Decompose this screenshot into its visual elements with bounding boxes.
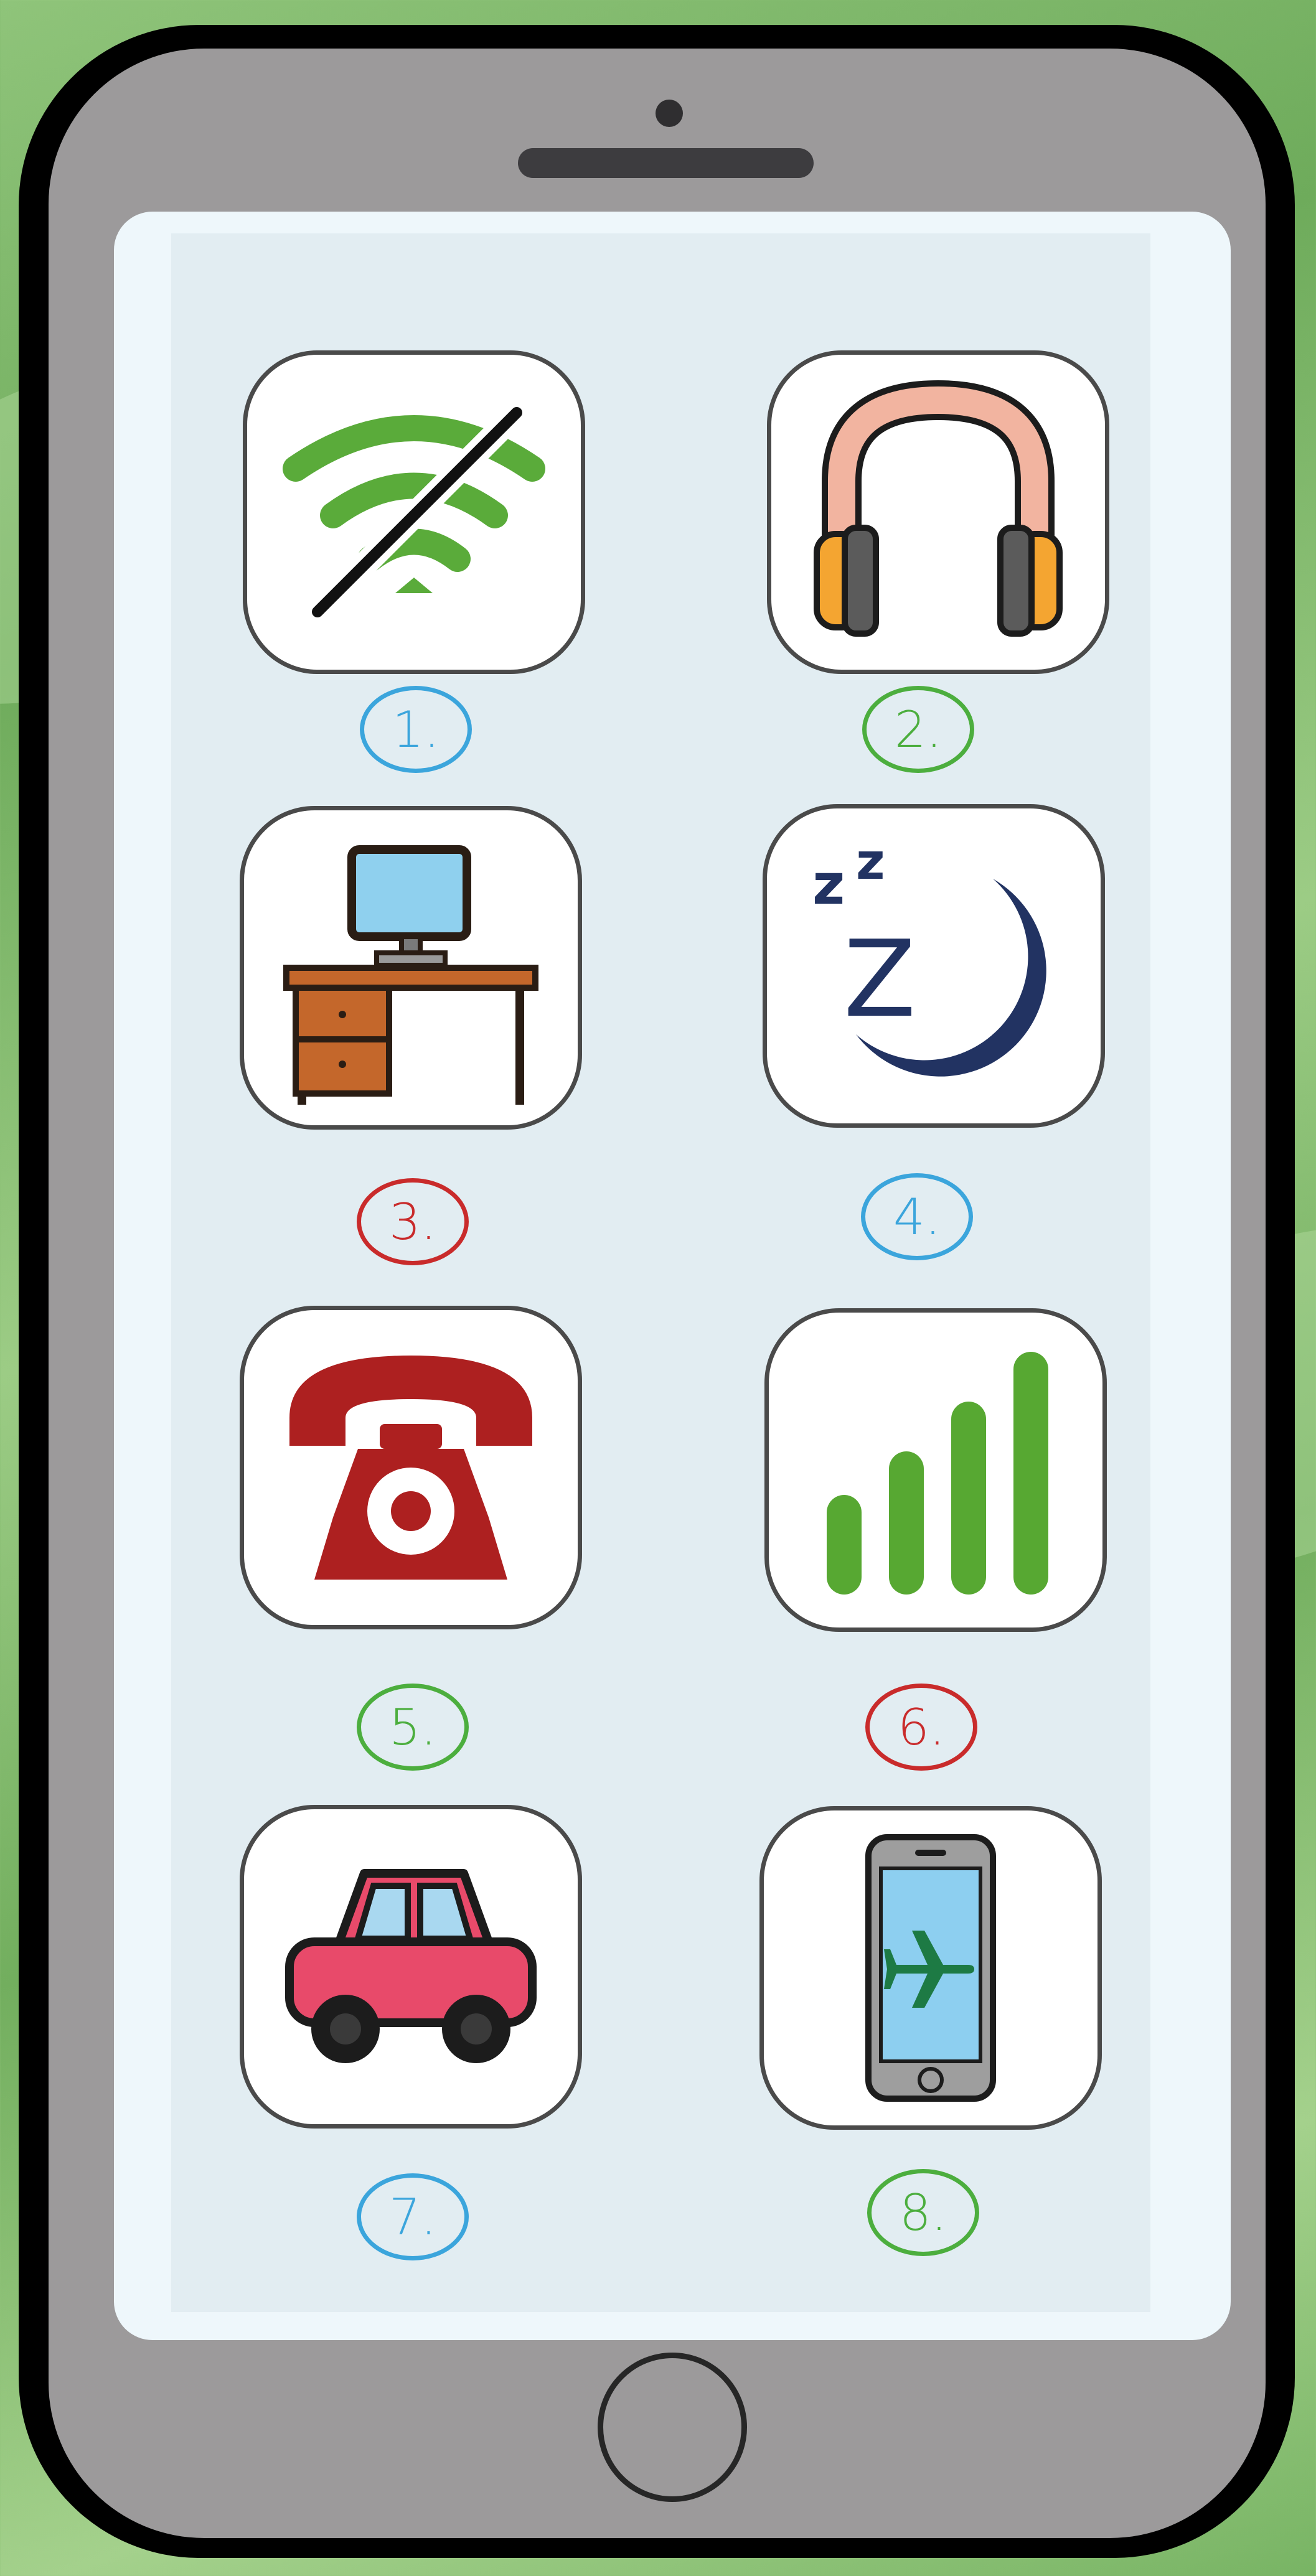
app-tile-no-wifi[interactable] bbox=[243, 350, 585, 674]
sleep-z-small-1: z bbox=[812, 852, 845, 917]
app-number-7: 7. bbox=[357, 2173, 469, 2260]
telephone-icon bbox=[289, 1356, 532, 1580]
app-number-5: 5. bbox=[357, 1684, 469, 1771]
car-icon bbox=[285, 1869, 537, 2063]
app-number-6: 6. bbox=[865, 1684, 977, 1771]
app-number-4: 4. bbox=[861, 1173, 973, 1260]
app-number-2: 2. bbox=[862, 686, 974, 773]
app-tile-car[interactable] bbox=[240, 1805, 582, 2129]
app-tile-headphones[interactable] bbox=[767, 350, 1109, 674]
app-tile-airplane-mode[interactable] bbox=[759, 1806, 1102, 2130]
desk-computer-icon bbox=[283, 845, 538, 1105]
app-number-1: 1. bbox=[360, 686, 472, 773]
camera-icon bbox=[656, 100, 683, 127]
signal-bars-icon bbox=[827, 1352, 1048, 1595]
moon-sleep-icon: z z Z bbox=[812, 833, 1046, 1077]
headphones-icon bbox=[814, 380, 1063, 637]
app-tile-sleep[interactable]: z z Z bbox=[763, 804, 1105, 1128]
sleep-z-large: Z bbox=[844, 918, 916, 1041]
speaker-grille bbox=[518, 148, 814, 178]
app-tile-signal[interactable] bbox=[764, 1308, 1107, 1632]
app-number-3: 3. bbox=[357, 1178, 469, 1265]
no-wifi-icon bbox=[283, 403, 545, 621]
app-number-8: 8. bbox=[867, 2169, 979, 2256]
app-tile-desk-computer[interactable] bbox=[240, 806, 582, 1130]
home-button[interactable] bbox=[598, 2353, 747, 2502]
sleep-z-small-2: z bbox=[856, 833, 885, 891]
app-tile-telephone[interactable] bbox=[240, 1306, 582, 1629]
airplane-mode-icon bbox=[865, 1834, 996, 2102]
